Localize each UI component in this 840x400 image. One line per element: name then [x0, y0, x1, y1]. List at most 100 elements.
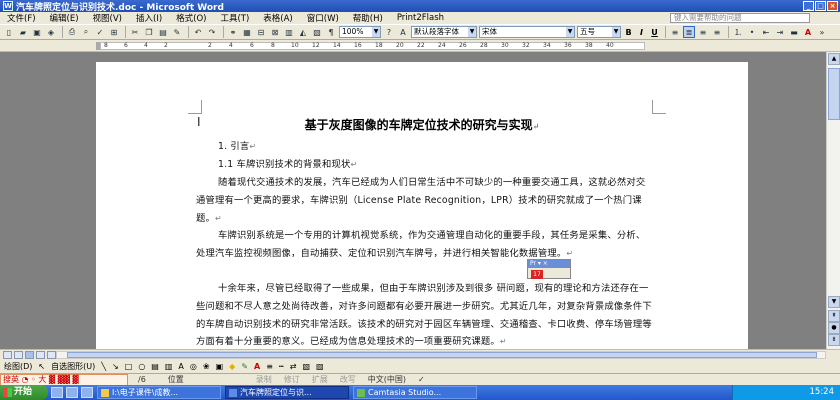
style-select[interactable]: 默认段落字体 ▼	[411, 26, 477, 38]
horizontal-scroll-thumb[interactable]	[67, 352, 817, 358]
body-paragraph[interactable]: 随着现代交通技术的发展，汽车已经成为人们日常生活中不可缺少的一种重要交通工具，这…	[196, 174, 652, 227]
spelling-icon[interactable]: ✓	[94, 26, 106, 38]
autoshapes-button[interactable]: 自选图形(U)	[51, 361, 95, 372]
language-indicator[interactable]: 中文(中国)	[362, 374, 412, 385]
clipart-icon[interactable]: ❀	[203, 362, 210, 371]
scroll-up-icon[interactable]: ▲	[828, 53, 840, 65]
document-page[interactable]: I 基于灰度图像的车牌定位技术的研究与实现↵ 1. 引言↵ 1.1 车牌识别技术…	[96, 62, 748, 349]
next-page-icon[interactable]: ⇟	[828, 334, 840, 346]
align-center-icon[interactable]: ≡	[697, 26, 709, 38]
scroll-thumb[interactable]	[828, 68, 840, 120]
quicklaunch-ie-icon[interactable]	[51, 387, 63, 398]
chevron-down-icon[interactable]: ▼	[372, 27, 380, 37]
document-map-icon[interactable]: ▧	[311, 26, 323, 38]
print-icon[interactable]: ⎙	[66, 26, 78, 38]
paragraph-heading-1[interactable]: 1. 引言↵	[196, 138, 652, 156]
shadow-icon[interactable]: ▧	[302, 362, 310, 371]
permission-icon[interactable]: ◈	[45, 26, 57, 38]
tables-icon[interactable]: ▦	[241, 26, 253, 38]
menu-window[interactable]: 窗口(W)	[300, 12, 346, 24]
extend-indicator[interactable]: 扩展	[306, 374, 334, 385]
menu-edit[interactable]: 编辑(E)	[43, 12, 86, 24]
ime-toolbar[interactable]: 搜英 ◔ ◦ 大 ▓ ▓▓ ▓	[0, 373, 128, 386]
menu-table[interactable]: 表格(A)	[256, 12, 299, 24]
underline-button[interactable]: U	[649, 28, 660, 37]
drawing-icon[interactable]: ◭	[297, 26, 309, 38]
menu-format[interactable]: 格式(O)	[169, 12, 213, 24]
fill-color-icon[interactable]: ◆	[229, 362, 235, 371]
font-size-select[interactable]: 五号 ▼	[577, 26, 621, 38]
styles-pane-icon[interactable]: A	[397, 26, 409, 38]
3d-icon[interactable]: ▨	[316, 362, 324, 371]
outline-view-icon[interactable]	[36, 351, 45, 359]
hyperlink-icon[interactable]: ⚭	[227, 26, 239, 38]
font-select[interactable]: 宋体 ▼	[479, 26, 575, 38]
line-color-icon[interactable]: ✎	[241, 362, 248, 371]
justify-icon[interactable]: ≣	[683, 26, 695, 38]
oval-icon[interactable]: ○	[138, 362, 145, 371]
insert-table-icon[interactable]: ⊟	[255, 26, 267, 38]
previous-page-icon[interactable]: ⇞	[828, 310, 840, 322]
wordart-icon[interactable]: A	[178, 362, 183, 371]
chevron-down-icon[interactable]: ▼	[612, 27, 620, 37]
body-paragraph[interactable]: 车牌识别系统是一个专用的计算机视觉系统，作为交通管理自动化的重要手段，其任务是采…	[196, 227, 652, 263]
zoom-select[interactable]: 100% ▼	[339, 26, 381, 38]
cut-icon[interactable]: ✂	[129, 26, 141, 38]
reading-view-icon[interactable]	[47, 351, 56, 359]
web-view-icon[interactable]	[14, 351, 23, 359]
menu-file[interactable]: 文件(F)	[0, 12, 43, 24]
record-indicator[interactable]: 录制	[250, 374, 278, 385]
font-color-icon[interactable]: A	[254, 362, 260, 371]
horizontal-ruler[interactable]: 8 6 4 2 2 4 6 8 10 12 14 16 18 20 22 24 …	[0, 40, 840, 52]
paragraph-heading-1-1[interactable]: 1.1 车牌识别技术的背景和现状↵	[196, 156, 652, 174]
print-view-icon[interactable]	[25, 351, 34, 359]
arrow-style-icon[interactable]: ⇄	[290, 362, 297, 371]
format-painter-icon[interactable]: ✎	[171, 26, 183, 38]
vertical-scrollbar[interactable]: ▲ ▼ ⇞ ● ⇟	[826, 52, 840, 349]
align-left-icon[interactable]: ≡	[669, 26, 681, 38]
font-color-icon[interactable]: A	[802, 26, 814, 38]
save-icon[interactable]: ▣	[31, 26, 43, 38]
ime-badge[interactable]: 17	[531, 270, 543, 279]
vertical-text-box-icon[interactable]: ▥	[165, 362, 173, 371]
menu-help[interactable]: 帮助(H)	[346, 12, 390, 24]
research-icon[interactable]: ⊞	[108, 26, 120, 38]
track-changes-indicator[interactable]: 修订	[278, 374, 306, 385]
arrow-icon[interactable]: ↘	[112, 362, 119, 371]
browse-object-icon[interactable]: ●	[828, 322, 840, 334]
toolbar-options-icon[interactable]: »	[816, 26, 828, 38]
rectangle-icon[interactable]: □	[125, 362, 133, 371]
help-icon[interactable]: ?	[383, 26, 395, 38]
bullets-icon[interactable]: •	[746, 26, 758, 38]
horizontal-scrollbar[interactable]	[56, 351, 826, 359]
overtype-indicator[interactable]: 改写	[334, 374, 362, 385]
text-box-icon[interactable]: ▤	[151, 362, 159, 371]
minimize-button[interactable]: _	[803, 1, 814, 11]
taskbar-item-word[interactable]: 汽车牌照定位与识...	[225, 386, 349, 399]
taskbar-item-camtasia[interactable]: Camtasia Studio...	[353, 386, 477, 399]
line-icon[interactable]: ╲	[101, 362, 106, 371]
spelling-status-icon[interactable]: ✓	[412, 375, 431, 384]
print-preview-icon[interactable]: ⌕	[80, 26, 92, 38]
new-document-icon[interactable]: ▯	[3, 26, 15, 38]
quicklaunch-desktop-icon[interactable]	[66, 387, 78, 398]
decrease-indent-icon[interactable]: ⇤	[760, 26, 772, 38]
italic-button[interactable]: I	[636, 28, 647, 37]
menu-view[interactable]: 视图(V)	[86, 12, 129, 24]
diagram-icon[interactable]: ◎	[190, 362, 197, 371]
normal-view-icon[interactable]	[3, 351, 12, 359]
open-folder-icon[interactable]: ▰	[17, 26, 29, 38]
maximize-button[interactable]: □	[815, 1, 826, 11]
ime-floating-toolbar[interactable]: Pr ▾ × 17	[527, 259, 571, 279]
highlight-icon[interactable]: ▬	[788, 26, 800, 38]
body-paragraph[interactable]: 十余年来，尽管已经取得了一些成果，但由于车牌识别涉及到很多 研问题，现有的理论和…	[196, 280, 652, 349]
menu-tools[interactable]: 工具(T)	[213, 12, 256, 24]
show-hide-icon[interactable]: ¶	[325, 26, 337, 38]
scroll-down-icon[interactable]: ▼	[828, 296, 840, 308]
line-style-icon[interactable]: ≡	[266, 362, 273, 371]
quicklaunch-media-icon[interactable]	[81, 387, 93, 398]
bold-button[interactable]: B	[623, 28, 634, 37]
help-search-input[interactable]: 键入需要帮助的问题	[670, 13, 810, 23]
document-title[interactable]: 基于灰度图像的车牌定位技术的研究与实现↵	[96, 116, 748, 133]
ime-float-title[interactable]: Pr ▾ ×	[528, 260, 570, 268]
